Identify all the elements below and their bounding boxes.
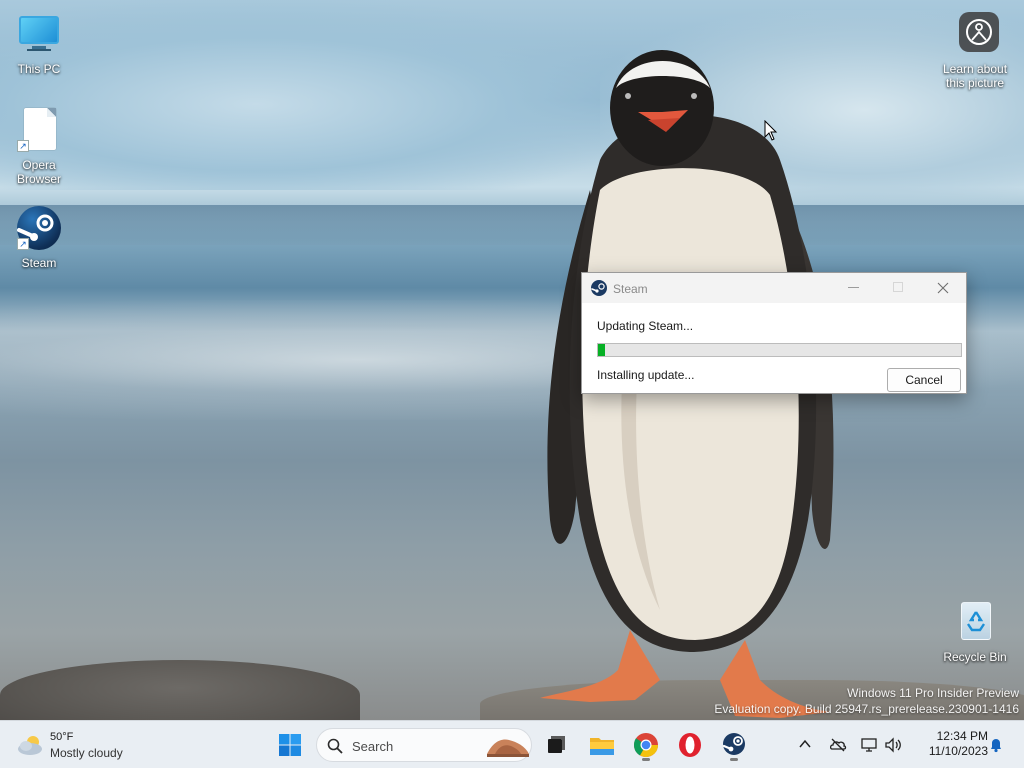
speaker-icon[interactable] — [884, 736, 902, 754]
desktop-icon-label: Steam — [21, 256, 57, 270]
desktop-icon-opera-browser[interactable]: ↗ Opera Browser — [0, 106, 78, 186]
file-icon: ↗ — [15, 106, 63, 154]
desktop-icon-this-pc[interactable]: This PC — [0, 10, 78, 76]
maximize-button[interactable] — [876, 273, 921, 303]
opera-button[interactable] — [674, 729, 706, 761]
search-highlight-image — [487, 739, 529, 757]
taskbar: 50°F Mostly cloudy Search 12:34 PM 11/10… — [0, 720, 1024, 768]
file-explorer-icon — [590, 738, 614, 755]
system-clock[interactable]: 12:34 PM 11/10/2023 — [912, 729, 988, 759]
chrome-icon — [633, 733, 658, 758]
desktop-icon-label: Learn about this picture — [942, 62, 1008, 90]
search-icon — [327, 738, 343, 754]
mouse-cursor-icon — [764, 120, 778, 141]
close-icon — [937, 282, 949, 294]
cancel-button[interactable]: Cancel — [887, 368, 961, 392]
monitor-icon — [15, 10, 63, 58]
opera-icon — [679, 733, 701, 757]
task-view-button[interactable] — [540, 729, 572, 761]
onedrive-icon[interactable] — [829, 736, 847, 754]
dialog-title: Steam — [613, 282, 648, 296]
chrome-button[interactable] — [630, 729, 662, 761]
steam-icon: ↗ — [15, 204, 63, 252]
update-progress-bar — [597, 343, 962, 357]
network-icon[interactable] — [860, 736, 878, 754]
steam-taskbar-button[interactable] — [718, 729, 750, 761]
cloudy-weather-icon — [18, 736, 42, 755]
running-indicator — [730, 758, 738, 761]
shortcut-arrow-icon: ↗ — [17, 140, 29, 152]
sea-horizon — [0, 205, 1024, 245]
steam-icon — [591, 280, 607, 296]
running-indicator — [642, 758, 650, 761]
desktop-icon-label: Opera Browser — [16, 158, 61, 186]
dialog-titlebar[interactable]: Steam — [582, 273, 966, 303]
shortcut-arrow-icon: ↗ — [17, 238, 29, 250]
start-icon[interactable] — [274, 729, 306, 761]
update-detail-text: Installing update... — [597, 368, 695, 382]
notification-bell-icon[interactable] — [988, 737, 1004, 753]
update-status-text: Updating Steam... — [597, 319, 694, 333]
evaluation-watermark: Windows 11 Pro Insider Preview Evaluatio… — [714, 685, 1019, 717]
close-button[interactable] — [921, 273, 966, 303]
rock — [0, 660, 360, 720]
camera-icon — [951, 10, 999, 58]
progress-fill — [598, 344, 606, 356]
minimize-button[interactable] — [831, 273, 876, 303]
weather-widget[interactable]: 50°F Mostly cloudy — [16, 728, 146, 762]
minimize-icon — [848, 287, 859, 288]
desktop-icon-label: Recycle Bin — [943, 650, 1007, 664]
clock-date: 11/10/2023 — [928, 744, 988, 758]
desktop-icon-learn-about-picture[interactable]: Learn about this picture — [936, 10, 1014, 90]
search-label: Search — [352, 739, 394, 754]
task-view-icon — [548, 736, 565, 753]
chevron-up-icon[interactable] — [798, 737, 812, 751]
desktop-icon-recycle-bin[interactable]: Recycle Bin — [936, 598, 1014, 664]
steam-update-dialog: Steam Updating Steam... Installing updat… — [581, 272, 967, 394]
desktop-icon-steam[interactable]: ↗ Steam — [0, 204, 78, 270]
desktop-icon-label: This PC — [17, 62, 61, 76]
steam-icon — [722, 733, 745, 755]
file-explorer-button[interactable] — [586, 729, 618, 761]
clock-time: 12:34 PM — [936, 729, 988, 743]
weather-temperature: 50°F — [50, 731, 74, 743]
watermark-line: Windows 11 Pro Insider Preview — [847, 686, 1019, 700]
watermark-line: Evaluation copy. Build 25947.rs_prerelea… — [714, 702, 1019, 716]
taskbar-search-box[interactable]: Search — [316, 728, 532, 762]
weather-condition: Mostly cloudy — [50, 746, 123, 760]
recycle-bin-icon — [951, 598, 999, 646]
maximize-icon — [893, 282, 903, 292]
